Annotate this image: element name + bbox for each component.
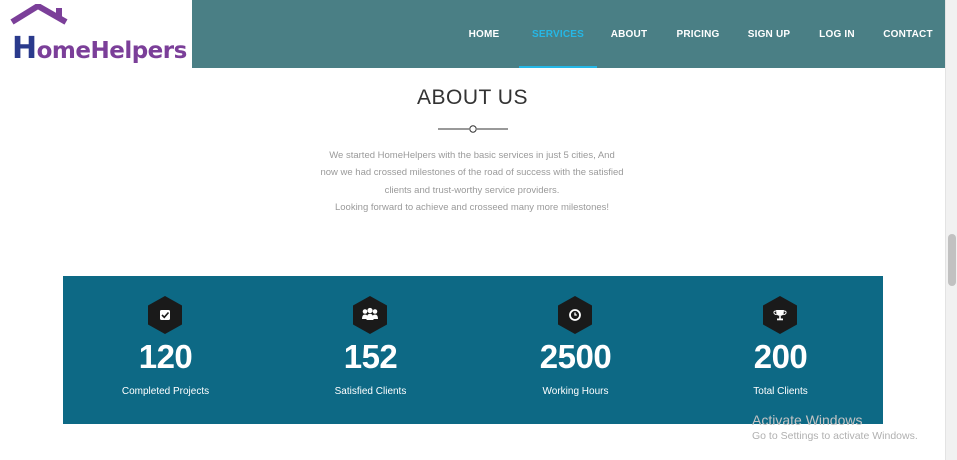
about-line: We started HomeHelpers with the basic se…: [329, 150, 615, 161]
about-title: ABOUT US: [417, 86, 528, 109]
about-description: We started HomeHelpers with the basic se…: [306, 147, 638, 216]
brand-rest: omeHelpers: [36, 38, 188, 64]
stat-value: 2500: [539, 338, 612, 375]
about-line: clients and trust-worthy service provide…: [384, 184, 560, 196]
nav-log-in[interactable]: LOG IN: [803, 0, 871, 68]
scrollbar-thumb[interactable]: [948, 234, 956, 286]
nav-sign-up[interactable]: SIGN UP: [735, 0, 803, 68]
stat-value: 120: [138, 338, 193, 375]
page-scrollbar[interactable]: [945, 0, 957, 460]
activation-watermark-title: Activate Windows: [752, 412, 863, 428]
stat-label: Completed Projects: [121, 386, 210, 397]
clock-icon: [558, 296, 592, 334]
trophy-icon: [763, 296, 797, 334]
stat-value: 152: [343, 338, 398, 375]
stat-satisfied-clients: 152 Satisfied Clients: [268, 276, 473, 424]
stat-completed-projects: 120 Completed Projects: [63, 276, 268, 424]
brand-name: HomeHelpers: [12, 34, 187, 66]
nav-about[interactable]: ABOUT: [597, 0, 661, 68]
stat-working-hours: 2500 Working Hours: [473, 276, 678, 424]
nav-pricing[interactable]: PRICING: [661, 0, 735, 68]
stat-label: Satisfied Clients: [334, 386, 407, 397]
page: HomeHelpers HOME SERVICES ABOUT PRICING …: [0, 0, 957, 460]
users-icon: [353, 296, 387, 334]
stat-label: Total Clients: [753, 386, 808, 397]
about-line: Looking forward to achieve and crosseed …: [334, 201, 610, 213]
checkbox-icon: [148, 296, 182, 334]
nav-home[interactable]: HOME: [449, 0, 519, 68]
navbar: HomeHelpers HOME SERVICES ABOUT PRICING …: [0, 0, 945, 68]
nav-contact[interactable]: CONTACT: [871, 0, 945, 68]
stat-value: 200: [753, 338, 808, 375]
brand-initial: H: [12, 31, 37, 66]
about-line: now we had crossed milestones of the roa…: [320, 167, 624, 179]
stat-total-clients: 200 Total Clients: [678, 276, 883, 424]
nav-menu: HOME SERVICES ABOUT PRICING SIGN UP LOG …: [449, 0, 945, 68]
logo[interactable]: HomeHelpers: [0, 0, 192, 68]
activation-watermark-subtitle: Go to Settings to activate Windows.: [752, 430, 918, 442]
nav-services[interactable]: SERVICES: [519, 0, 597, 68]
divider-ornament: [438, 125, 508, 133]
stats-section: 120 Completed Projects 152 Satisfied Cli…: [63, 276, 883, 424]
stat-label: Working Hours: [542, 386, 609, 397]
